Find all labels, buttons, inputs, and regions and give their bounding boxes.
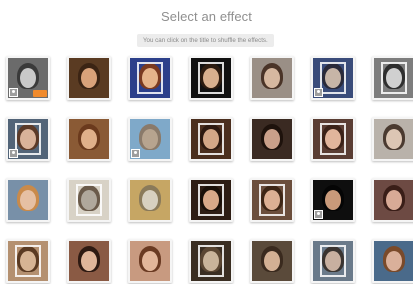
preview-face <box>386 129 402 149</box>
effect-preview-image <box>69 58 109 98</box>
effect-thumbnail[interactable] <box>128 56 172 100</box>
preview-face <box>81 129 97 149</box>
effect-thumbnail[interactable] <box>372 178 413 222</box>
effect-preview-image <box>252 180 292 220</box>
effect-preview-image <box>191 119 231 159</box>
effect-preview-image <box>374 241 413 281</box>
effect-thumbnail[interactable] <box>311 56 355 100</box>
preview-frame <box>320 245 346 277</box>
effect-preview-image <box>130 58 170 98</box>
effect-thumbnail[interactable] <box>250 56 294 100</box>
effect-thumbnail[interactable] <box>67 178 111 222</box>
preview-face <box>264 129 280 149</box>
preview-face <box>142 251 158 271</box>
preview-face <box>81 251 97 271</box>
effect-preview-image <box>69 241 109 281</box>
effect-preview-image <box>191 241 231 281</box>
effect-preview-image <box>69 119 109 159</box>
effect-thumbnail[interactable] <box>372 117 413 161</box>
effect-preview-image <box>8 241 48 281</box>
effect-thumbnail[interactable] <box>67 239 111 283</box>
effect-thumbnail[interactable] <box>6 239 50 283</box>
effect-preview-image <box>374 180 413 220</box>
effect-thumbnail[interactable] <box>67 56 111 100</box>
effect-preview-image <box>252 241 292 281</box>
preview-frame <box>198 62 224 94</box>
photo-count-icon <box>9 149 18 158</box>
preview-face <box>142 190 158 210</box>
page-title[interactable]: Select an effect <box>0 9 413 24</box>
preview-frame <box>381 62 407 94</box>
effect-thumbnail[interactable] <box>372 56 413 100</box>
effect-preview-image <box>130 180 170 220</box>
preview-frame <box>137 62 163 94</box>
preview-frame <box>198 184 224 216</box>
effect-thumbnail[interactable] <box>67 117 111 161</box>
effect-preview-image <box>8 180 48 220</box>
effect-preview-image <box>191 58 231 98</box>
effect-preview-image <box>130 241 170 281</box>
preview-face <box>386 251 402 271</box>
effect-thumbnail[interactable] <box>311 117 355 161</box>
preview-face <box>20 68 36 88</box>
photo-count-icon <box>9 88 18 97</box>
effect-thumbnail[interactable] <box>250 239 294 283</box>
effect-thumbnail[interactable] <box>189 117 233 161</box>
photo-count-icon <box>314 210 323 219</box>
preview-frame <box>198 245 224 277</box>
shuffle-hint: You can click on the title to shuffle th… <box>137 34 274 47</box>
effect-thumbnail[interactable] <box>6 178 50 222</box>
photo-count-icon <box>314 88 323 97</box>
preview-face <box>325 190 341 210</box>
preview-face <box>386 190 402 210</box>
preview-face <box>20 190 36 210</box>
effect-preview-image <box>313 241 353 281</box>
effect-thumbnail[interactable] <box>6 56 50 100</box>
effect-thumbnail[interactable] <box>189 239 233 283</box>
effect-preview-image <box>69 180 109 220</box>
effect-thumbnail[interactable] <box>128 239 172 283</box>
effect-thumbnail[interactable] <box>250 117 294 161</box>
preview-frame <box>15 123 41 155</box>
preview-frame <box>320 123 346 155</box>
effect-thumbnail[interactable] <box>189 56 233 100</box>
effect-preview-image <box>191 180 231 220</box>
effect-preview-image <box>252 119 292 159</box>
preview-frame <box>259 184 285 216</box>
effect-thumbnail[interactable] <box>250 178 294 222</box>
effect-thumbnail[interactable] <box>311 178 355 222</box>
preview-frame <box>76 184 102 216</box>
new-badge <box>33 90 47 97</box>
preview-face <box>142 129 158 149</box>
effect-thumbnail[interactable] <box>372 239 413 283</box>
effect-preview-image <box>252 58 292 98</box>
effect-preview-image <box>374 119 413 159</box>
effect-thumbnail[interactable] <box>311 239 355 283</box>
effect-preview-image <box>313 119 353 159</box>
preview-face <box>264 251 280 271</box>
preview-frame <box>198 123 224 155</box>
effect-thumbnail[interactable] <box>128 178 172 222</box>
preview-frame <box>320 62 346 94</box>
effect-thumbnail[interactable] <box>128 117 172 161</box>
preview-frame <box>15 245 41 277</box>
preview-face <box>264 68 280 88</box>
effect-thumbnail[interactable] <box>189 178 233 222</box>
preview-face <box>81 68 97 88</box>
effect-preview-image <box>374 58 413 98</box>
photo-count-icon <box>131 149 140 158</box>
effect-thumbnail[interactable] <box>6 117 50 161</box>
